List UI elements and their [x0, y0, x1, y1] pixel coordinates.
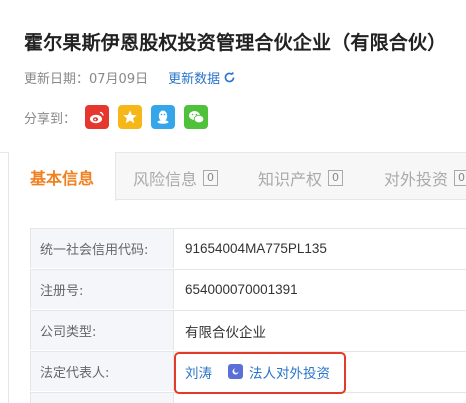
wechat-icon: [188, 111, 204, 124]
update-date: 更新日期：07月09日: [24, 72, 149, 87]
tab-basic-info[interactable]: 基本信息: [8, 152, 116, 201]
qzone-share-button[interactable]: [118, 105, 143, 129]
tab-risk-info[interactable]: 风险信息 0: [133, 166, 219, 190]
info-row-registration-number: 注册号: 654000070001391: [30, 269, 466, 309]
qq-penguin-icon: [157, 110, 169, 124]
tab-bar: 基本信息 风险信息 0 知识产权 0 对外投资 0: [8, 152, 466, 201]
tab-intellectual-property-count: 0: [328, 170, 344, 186]
tab-risk-info-label: 风险信息: [133, 170, 198, 189]
company-title: 霍尔果斯伊恩股权投资管理合伙企业（有限合伙）: [24, 32, 447, 54]
info-label: 法定代表人:: [30, 352, 174, 391]
tab-basic-info-label: 基本信息: [29, 168, 94, 188]
refresh-icon: [224, 71, 235, 83]
info-row-company-type: 公司类型: 有限合伙企业: [30, 310, 466, 350]
info-value: 有限合伙企业: [185, 324, 266, 341]
info-value: 91654004MA775PL135: [185, 241, 327, 256]
tab-intellectual-property[interactable]: 知识产权 0: [258, 166, 344, 190]
info-label: 注册号:: [30, 270, 174, 309]
weibo-share-button[interactable]: [85, 105, 110, 129]
info-row-credit-code: 统一社会信用代码: 91654004MA775PL135: [30, 228, 466, 268]
share-label: 分享到：: [24, 111, 77, 127]
tab-external-investment-label: 对外投资: [384, 170, 449, 189]
content-left-border: [8, 200, 9, 403]
info-label: 统一社会信用代码:: [30, 229, 174, 268]
info-label: [30, 393, 174, 403]
tab-intellectual-property-label: 知识产权: [258, 170, 323, 189]
info-value: 654000070001391: [185, 282, 298, 297]
share-row: 分享到：: [24, 105, 209, 129]
info-label: 公司类型:: [30, 311, 174, 350]
highlight-annotation-box: [174, 352, 346, 394]
refresh-data-label: 更新数据: [168, 72, 221, 87]
tab-external-investment[interactable]: 对外投资 0: [384, 166, 466, 190]
tab-external-investment-count: 0: [454, 170, 466, 186]
qq-share-button[interactable]: [151, 105, 176, 129]
tab-risk-info-count: 0: [203, 170, 219, 186]
update-row: 更新日期：07月09日 更新数据: [24, 68, 236, 87]
wechat-share-button[interactable]: [184, 105, 209, 129]
refresh-data-button[interactable]: 更新数据: [168, 68, 236, 87]
qzone-star-icon: [123, 110, 137, 124]
weibo-icon: [90, 111, 104, 124]
